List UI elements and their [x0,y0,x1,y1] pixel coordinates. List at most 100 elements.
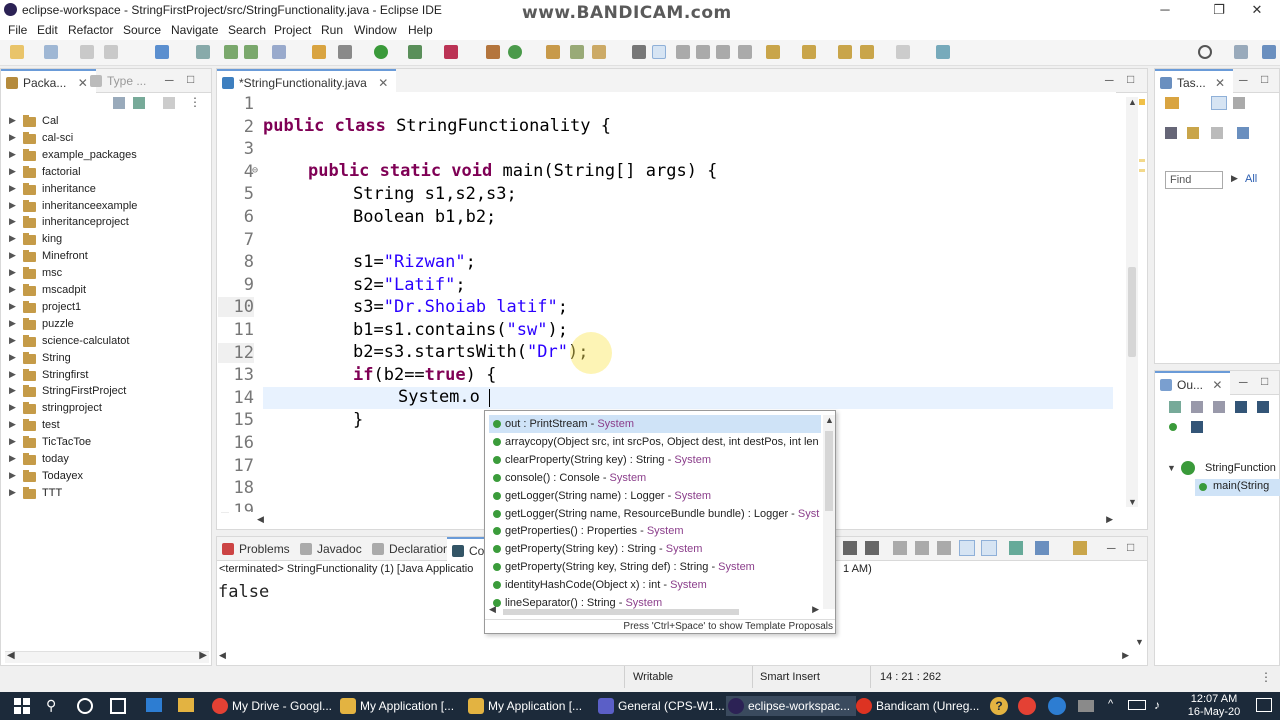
project-item[interactable]: ▶ king [1,232,209,249]
proposal-item[interactable]: console() : Console - System [489,469,821,487]
expand-chevron-icon[interactable]: ▶ [9,132,16,143]
horizontal-scrollbar[interactable]: ◀ ▶ [5,650,209,663]
hide-nonpublic-icon[interactable] [1235,401,1247,413]
project-item[interactable]: ▶ Minefront [1,249,209,266]
maximize-panel-icon[interactable]: □ [1261,374,1268,388]
project-item[interactable]: ▶ project1 [1,300,209,317]
popup-vertical-scrollbar[interactable]: ▲ [823,415,835,609]
tab-type-hierarchy[interactable]: Type ... [85,69,154,93]
show-stdout-icon[interactable] [959,540,975,556]
expand-chevron-icon[interactable]: ▶ [9,402,16,413]
expand-chevron-icon[interactable]: ▶ [9,166,16,177]
show-stderr-icon[interactable] [981,540,997,556]
open-console-icon[interactable] [1073,541,1087,555]
tab-javadoc[interactable]: Javadoc [295,537,370,561]
expand-chevron-icon[interactable]: ▼ [1167,463,1176,473]
maximize-panel-icon[interactable]: □ [1261,72,1268,86]
word-wrap-icon[interactable] [696,45,710,59]
scheduled-icon[interactable] [1233,97,1245,109]
expand-chevron-icon[interactable]: ▶ [9,385,16,396]
menu-window[interactable]: Window [354,23,397,37]
project-item[interactable]: ▶ inheritanceexample [1,199,209,216]
minimize-panel-icon[interactable]: ─ [1239,375,1248,389]
editor-vertical-scrollbar[interactable]: ▲ ▼ [1126,97,1138,507]
expand-chevron-icon[interactable]: ▶ [9,453,16,464]
minimize-panel-icon[interactable]: ─ [1107,541,1116,555]
external-tools-icon[interactable] [444,45,458,59]
fold-icon[interactable]: ⊖ [252,165,258,176]
open-folder-icon[interactable] [546,45,560,59]
search-toolbar-icon[interactable] [570,45,584,59]
content-assist-popup[interactable]: out : PrintStream - System arraycopy(Obje… [484,410,836,634]
clear-console-icon[interactable] [893,541,907,555]
close-icon[interactable]: ✕ [1215,76,1225,90]
popup-scroll-thumb[interactable] [825,431,833,511]
expand-chevron-icon[interactable]: ▶ [9,318,16,329]
collapse-icon[interactable] [1211,127,1223,139]
expand-chevron-icon[interactable]: ▶ [9,149,16,160]
pen-icon[interactable] [592,45,606,59]
project-item[interactable]: ▶ TTT [1,486,209,503]
proposal-item[interactable]: identityHashCode(Object x) : int - Syste… [489,576,821,594]
find-arrow-icon[interactable]: ▶ [1231,173,1238,184]
clock-date[interactable]: 16-May-20 [1178,706,1250,718]
menu-file[interactable]: File [8,23,27,37]
project-item[interactable]: ▶ TicTacToe [1,435,209,452]
pin-console-icon[interactable] [1009,541,1023,555]
expand-chevron-icon[interactable]: ▶ [9,250,16,261]
menu-project[interactable]: Project [274,23,311,37]
taskbar-item-chrome-drive[interactable]: My Drive - Googl... [210,696,332,716]
task-view-icon[interactable] [110,698,126,714]
expand-chevron-icon[interactable]: ▶ [9,183,16,194]
expand-chevron-icon[interactable]: ▶ [9,369,16,380]
project-item[interactable]: ▶ test [1,418,209,435]
expand-chevron-icon[interactable]: ▶ [9,352,16,363]
repository-icon[interactable] [1237,127,1249,139]
hide-fields-icon[interactable] [1191,401,1203,413]
project-item[interactable]: ▶ cal-sci [1,131,209,148]
menu-edit[interactable]: Edit [37,23,58,37]
scroll-thumb[interactable] [1128,267,1136,357]
expand-chevron-icon[interactable]: ▶ [9,470,16,481]
project-item[interactable]: ▶ factorial [1,165,209,182]
minimize-button[interactable]: ─ [1142,0,1188,20]
tab-problems[interactable]: Problems [217,537,298,561]
open-type-icon[interactable] [155,45,169,59]
project-item[interactable]: ▶ StringFirstProject [1,384,209,401]
minimize-panel-icon[interactable]: ─ [1239,73,1248,87]
tab-declaration[interactable]: Declaration [367,537,458,561]
hide-static-icon[interactable] [1213,401,1225,413]
expand-chevron-icon[interactable]: ▶ [9,267,16,278]
new-task-icon[interactable] [1165,97,1179,109]
tab-stringfunctionality[interactable]: *StringFunctionality.java ✕ [217,69,397,93]
tray-app-icon[interactable] [1078,700,1094,712]
project-item[interactable]: ▶ puzzle [1,317,209,334]
expand-chevron-icon[interactable]: ▶ [9,335,16,346]
minimize-panel-icon[interactable]: ─ [1105,73,1114,87]
skip-breakpoints-icon[interactable] [196,45,210,59]
menu-run[interactable]: Run [321,23,343,37]
console-horizontal-scrollbar[interactable]: ◀ ▶ [219,650,1129,663]
debug-icon[interactable] [338,45,352,59]
project-item[interactable]: ▶ science-calculatot [1,334,209,351]
vlc-tray-icon[interactable] [1048,697,1066,715]
proposal-item[interactable]: getLogger(String name) : Logger - System [489,487,821,505]
scroll-lock-icon[interactable] [915,541,929,555]
console-vertical-scrollbar[interactable]: ▼ [1133,577,1145,647]
expand-chevron-icon[interactable]: ▶ [9,200,16,211]
hide-local-types-icon[interactable] [1257,401,1269,413]
expand-chevron-icon[interactable]: ▶ [9,487,16,498]
terminal-icon[interactable] [244,45,258,59]
project-item[interactable]: ▶ example_packages [1,148,209,165]
close-icon[interactable]: ✕ [1212,378,1222,392]
maximize-panel-icon[interactable]: □ [1127,72,1134,86]
menu-navigate[interactable]: Navigate [171,23,218,37]
taskbar-item-myapp-2[interactable]: My Application [... [466,696,582,716]
tray-expand-icon[interactable]: ^ [1108,698,1113,710]
save-icon[interactable] [44,45,58,59]
new-package-icon[interactable] [486,45,500,59]
expand-chevron-icon[interactable]: ▶ [9,284,16,295]
file-explorer-icon[interactable] [178,698,194,712]
sort-icon[interactable] [1169,401,1181,413]
project-item[interactable]: ▶ Stringfirst [1,368,209,385]
